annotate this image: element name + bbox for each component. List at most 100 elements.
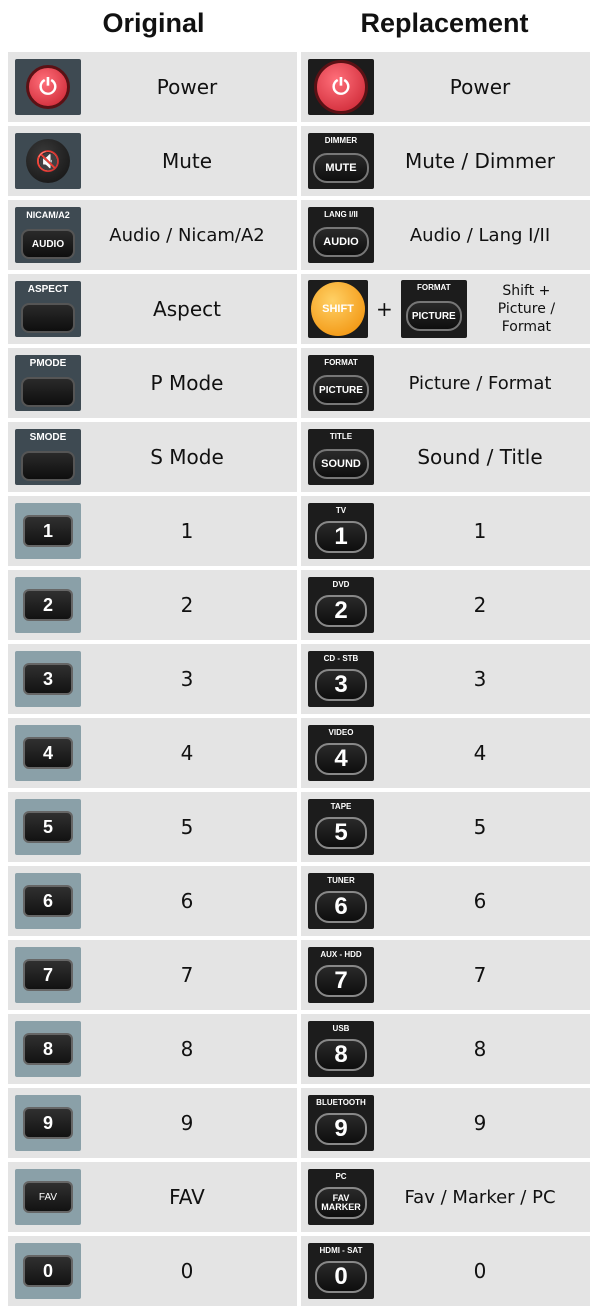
- original-cell: 00: [8, 1236, 297, 1306]
- replacement-cell: USB 8 8: [301, 1014, 590, 1084]
- original-cell: 66: [8, 866, 297, 936]
- table-row: 7 7 AUX - HDD 7 7: [8, 940, 590, 1010]
- key-face: 3: [23, 663, 73, 695]
- key-caption: TITLE: [329, 432, 353, 441]
- original-cell: 11: [8, 496, 297, 566]
- key-caption: PC: [335, 1172, 347, 1181]
- replacement-label: 8: [473, 1037, 487, 1061]
- replacement-button-photo: ⏻: [308, 59, 374, 115]
- original-cell: 88: [8, 1014, 297, 1084]
- key-face: [21, 303, 75, 333]
- key-face: 7: [315, 965, 367, 997]
- original-label: 4: [180, 741, 194, 765]
- replacement-cell: DVD 2 2: [301, 570, 590, 640]
- original-cell: PMODE P Mode: [8, 348, 297, 418]
- table-row: PMODE P Mode FORMAT PICTURE Picture / Fo…: [8, 348, 590, 418]
- replacement-button-photo: TITLE SOUND: [308, 429, 374, 485]
- shift-combo: SHIFT + FORMAT PICTURE: [308, 280, 467, 338]
- key-caption: AUX - HDD: [320, 950, 362, 959]
- table-row: ⏻ Power ⏻ Power: [8, 52, 590, 122]
- key-caption: SMODE: [29, 432, 67, 443]
- original-button-photo: ASPECT: [15, 281, 81, 337]
- original-label: 1: [180, 519, 194, 543]
- replacement-cell: TAPE 5 5: [301, 792, 590, 862]
- table-row: 0 0 HDMI - SAT 0 0: [8, 1236, 590, 1306]
- original-cell: 33: [8, 644, 297, 714]
- original-button-photo: 3: [15, 651, 81, 707]
- plus-sign: +: [376, 297, 393, 321]
- key-caption: TV: [335, 506, 347, 515]
- table-header: Original Replacement: [8, 0, 590, 52]
- shift-button-photo: SHIFT: [308, 280, 368, 338]
- header-replacement: Replacement: [360, 8, 529, 38]
- original-label: P Mode: [150, 371, 224, 395]
- original-cell: NICAM/A2 AUDIO Audio / Nicam/A2: [8, 200, 297, 270]
- replacement-label: 0: [473, 1259, 487, 1283]
- replacement-cell: DIMMER MUTE Mute / Dimmer: [301, 126, 590, 196]
- table-row: 2 2 DVD 2 2: [8, 570, 590, 640]
- key-caption: FORMAT: [416, 283, 451, 292]
- key-face: PICTURE: [313, 375, 369, 405]
- original-cell: 44: [8, 718, 297, 788]
- original-cell: FAV FAV: [8, 1162, 297, 1232]
- key-face: 8: [23, 1033, 73, 1065]
- replacement-button-photo: TV 1: [308, 503, 374, 559]
- table-row: 5 5 TAPE 5 5: [8, 792, 590, 862]
- key-caption: DIMMER: [324, 136, 358, 145]
- table-row: 6 6 TUNER 6 6: [8, 866, 590, 936]
- replacement-label: 2: [473, 593, 487, 617]
- replacement-label: 6: [473, 889, 487, 913]
- replacement-cell: SHIFT + FORMAT PICTURE Shift + Picture /…: [301, 274, 590, 344]
- original-label: 2: [180, 593, 194, 617]
- table-row: SMODE S Mode TITLE SOUND Sound / Title: [8, 422, 590, 492]
- replacement-cell: TV 1 1: [301, 496, 590, 566]
- key-caption: DVD: [332, 580, 350, 589]
- key-face: 8: [315, 1039, 367, 1071]
- replacement-button-photo: BLUETOOTH 9: [308, 1095, 374, 1151]
- key-face: PICTURE: [405, 301, 462, 331]
- label-line: Picture /: [497, 300, 556, 317]
- original-button-photo: 1: [15, 503, 81, 559]
- replacement-label: Shift + Picture / Format: [467, 282, 590, 337]
- key-face: 1: [23, 515, 73, 547]
- original-label: S Mode: [150, 445, 224, 469]
- original-button-photo: 0: [15, 1243, 81, 1299]
- table-row: 1 1 TV 1 1: [8, 496, 590, 566]
- original-button-photo: 5: [15, 799, 81, 855]
- original-button-photo: 6: [15, 873, 81, 929]
- original-label: 5: [180, 815, 194, 839]
- key-caption: NICAM/A2: [26, 210, 70, 220]
- key-face: 4: [315, 743, 367, 775]
- replacement-button-photo: HDMI - SAT 0: [308, 1243, 374, 1299]
- key-face: 6: [23, 885, 73, 917]
- table-row: 🔇 Mute DIMMER MUTE Mute / Dimmer: [8, 126, 590, 196]
- replacement-cell: LANG I/II AUDIO Audio / Lang I/II: [301, 200, 590, 270]
- table-body: ⏻ Power ⏻ Power 🔇 Mute DIMMER MUTE Mute …: [8, 52, 590, 1306]
- original-label: 3: [180, 667, 194, 691]
- key-face: [21, 451, 75, 481]
- key-caption: CD - STB: [323, 654, 359, 663]
- replacement-label: Power: [449, 75, 511, 99]
- key-face: 5: [23, 811, 73, 843]
- key-face: SOUND: [313, 449, 369, 479]
- power-icon: ⏻: [314, 60, 368, 114]
- replacement-cell: BLUETOOTH 9 9: [301, 1088, 590, 1158]
- original-button-photo: ⏻: [15, 59, 81, 115]
- original-cell: SMODE S Mode: [8, 422, 297, 492]
- replacement-label: Mute / Dimmer: [405, 149, 555, 173]
- table-row: 9 9 BLUETOOTH 9 9: [8, 1088, 590, 1158]
- key-face: 9: [315, 1113, 367, 1145]
- replacement-cell: HDMI - SAT 0 0: [301, 1236, 590, 1306]
- original-label: Audio / Nicam/A2: [109, 224, 265, 246]
- original-button-photo: 9: [15, 1095, 81, 1151]
- replacement-button-photo: DIMMER MUTE: [308, 133, 374, 189]
- key-face: AUDIO: [21, 229, 75, 259]
- replacement-button-photo: LANG I/II AUDIO: [308, 207, 374, 263]
- replacement-label: 5: [473, 815, 487, 839]
- replacement-label: 9: [473, 1111, 487, 1135]
- replacement-button-photo: USB 8: [308, 1021, 374, 1077]
- original-button-photo: 4: [15, 725, 81, 781]
- key-face: 3: [315, 669, 367, 701]
- key-face: 1: [315, 521, 367, 553]
- key-face: 2: [315, 595, 367, 627]
